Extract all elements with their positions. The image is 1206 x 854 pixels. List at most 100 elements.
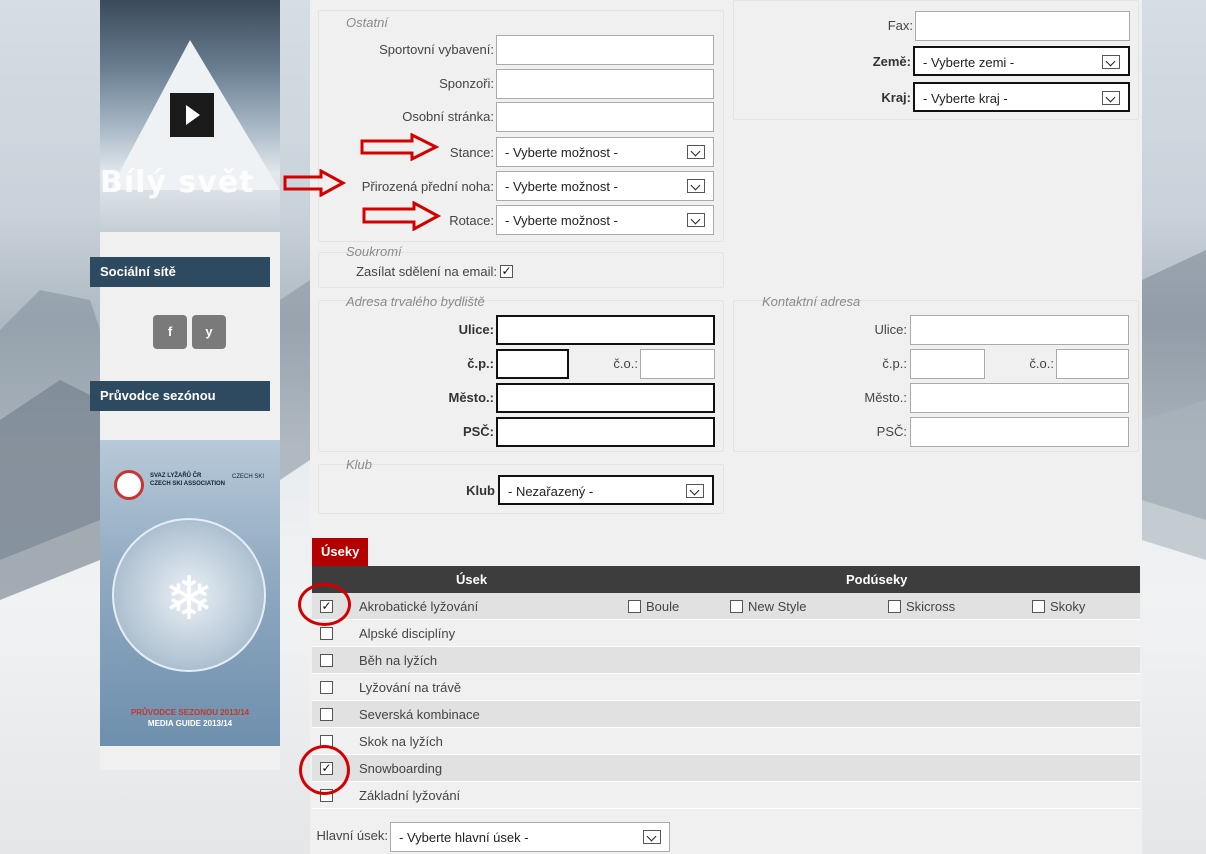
kontakt-ulice-label: Ulice:: [874, 322, 907, 337]
sidebar: Bílý svět Sociální sítě f y Průvodce sez…: [90, 0, 280, 770]
kontakt-co-input[interactable]: [1056, 349, 1129, 379]
sportovni-vybaveni-label: Sportovní vybavení:: [379, 42, 494, 57]
mesto-input[interactable]: [496, 383, 715, 413]
media-guide-banner[interactable]: SVAZ LYŽAŘŮ ČR CZECH SKI ASSOCIATION CZE…: [100, 440, 280, 746]
co-input[interactable]: [640, 349, 715, 379]
fax-input[interactable]: [915, 11, 1130, 41]
chevron-down-icon: [687, 213, 705, 227]
annotation-arrow-stance: [360, 133, 440, 161]
useky-table: Úsek Podúseky ✓ Akrobatické lyžování Boule…: [312, 566, 1140, 809]
usek-name: Alpské disciplíny: [359, 626, 456, 641]
osobni-stranka-input[interactable]: [496, 102, 714, 132]
twitter-icon[interactable]: y: [192, 315, 226, 349]
usek-name: Akrobatické lyžování: [359, 599, 479, 614]
sponzori-input[interactable]: [496, 69, 714, 99]
org-name: SVAZ LYŽAŘŮ ČR CZECH SKI ASSOCIATION: [150, 473, 226, 487]
adresa-trvala-legend: Adresa trvalého bydliště: [346, 294, 485, 309]
cp-label: č.p.:: [467, 356, 494, 371]
klub-select-value: - Nezařazený -: [508, 484, 594, 499]
psc-label: PSČ:: [462, 424, 494, 439]
kontakt-psc-label: PSČ:: [876, 424, 907, 439]
useky-rows: ✓ Akrobatické lyžování Boule New Style Skicr…: [312, 593, 1140, 809]
stance-select[interactable]: - Vyberte možnost -: [496, 137, 714, 167]
banner-title: Bílý svět: [100, 165, 255, 200]
bily-svet-video-banner[interactable]: Bílý svět: [100, 0, 280, 232]
table-row: Skok na lyžích: [312, 728, 1140, 755]
podusek-checkbox[interactable]: [730, 600, 743, 613]
annotation-circle-snowboarding: [299, 745, 350, 795]
play-icon[interactable]: [170, 93, 214, 137]
table-row: Alpské disciplíny: [312, 620, 1140, 647]
klub-legend: Klub: [346, 457, 373, 472]
usek-name: Severská kombinace: [359, 707, 480, 722]
kontakt-cp-label: č.p.:: [882, 356, 907, 371]
fax-label: Fax:: [887, 18, 913, 33]
ulice-label: Ulice:: [458, 322, 494, 337]
chevron-down-icon: [687, 145, 705, 159]
prirozena-predni-noha-select[interactable]: - Vyberte možnost -: [496, 171, 714, 201]
kontakt-cp-input[interactable]: [910, 349, 985, 379]
usek-name: Základní lyžování: [359, 788, 461, 803]
stance-select-value: - Vyberte možnost -: [505, 145, 618, 160]
usek-checkbox[interactable]: [320, 654, 333, 667]
email-consent-label: Zasílat sdělení na email:: [356, 264, 497, 279]
table-row: Severská kombinace: [312, 701, 1140, 728]
useky-table-header: Úsek Podúseky: [312, 566, 1140, 593]
tab-useky[interactable]: Úseky: [312, 538, 369, 566]
podusek-checkbox[interactable]: [888, 600, 901, 613]
hlavni-usek-select[interactable]: - Vyberte hlavní úsek -: [390, 822, 670, 852]
guide-heading: Průvodce sezónou: [90, 381, 270, 411]
annotation-arrow-prirozena: [283, 169, 347, 197]
col-podseky-header: Podúseky: [846, 572, 908, 587]
chevron-down-icon: [1102, 91, 1120, 105]
cp-input[interactable]: [496, 349, 569, 379]
zeme-select[interactable]: - Vyberte zemi -: [913, 46, 1130, 76]
osobni-stranka-label: Osobní stránka:: [402, 109, 494, 124]
czech-ski-logo: CZECH SKI: [232, 474, 265, 480]
klub-select[interactable]: - Nezařazený -: [498, 475, 714, 505]
podusek-label: Skicross: [906, 599, 956, 614]
annotation-circle-akrobaticke: [298, 583, 351, 626]
usek-name: Skok na lyžích: [359, 734, 443, 749]
usek-name: Snowboarding: [359, 761, 443, 776]
podusek-checkbox[interactable]: [1032, 600, 1045, 613]
kontakt-mesto-label: Město.:: [864, 390, 907, 405]
sportovni-vybaveni-input[interactable]: [496, 35, 714, 65]
podusek-label: Boule: [646, 599, 680, 614]
podusek-label: New Style: [748, 599, 807, 614]
hlavni-usek-select-value: - Vyberte hlavní úsek -: [399, 830, 529, 845]
usek-checkbox[interactable]: [320, 681, 333, 694]
kraj-select[interactable]: - Vyberte kraj -: [913, 82, 1130, 112]
kontakt-ulice-input[interactable]: [910, 315, 1129, 345]
kontakt-mesto-input[interactable]: [910, 383, 1129, 413]
ulice-input[interactable]: [496, 315, 715, 345]
table-row: ✓ Snowboarding: [312, 755, 1140, 782]
co-label: č.o.:: [613, 356, 638, 371]
table-row: Základní lyžování: [312, 782, 1140, 809]
usek-checkbox[interactable]: [320, 627, 333, 640]
main-content: Ostatní Sportovní vybavení: Sponzoři: Os…: [310, 0, 1142, 854]
kraj-select-value: - Vyberte kraj -: [923, 91, 1008, 106]
zeme-select-value: - Vyberte zemi -: [923, 55, 1015, 70]
podusek-checkbox[interactable]: [628, 600, 641, 613]
snowflake-disc: ❄: [112, 518, 266, 672]
mesto-label: Město.:: [448, 390, 495, 405]
ostatni-legend: Ostatní: [346, 15, 388, 30]
sponzori-label: Sponzoři:: [439, 76, 494, 91]
rotace-select-value: - Vyberte možnost -: [505, 213, 618, 228]
email-consent-checkbox[interactable]: ✓: [500, 265, 513, 278]
table-row: ✓ Akrobatické lyžování Boule New Style Skicr…: [312, 593, 1140, 620]
rotace-select[interactable]: - Vyberte možnost -: [496, 205, 714, 235]
kontakt-co-label: č.o.:: [1029, 356, 1054, 371]
facebook-icon[interactable]: f: [153, 315, 187, 349]
chevron-down-icon: [687, 179, 705, 193]
adresa-kontaktni-legend: Kontaktní adresa: [762, 294, 861, 309]
psc-input[interactable]: [496, 417, 715, 447]
kontakt-psc-input[interactable]: [910, 417, 1129, 447]
hlavni-usek-label: Hlavní úsek:: [316, 828, 388, 843]
kraj-label: Kraj:: [881, 90, 911, 105]
chevron-down-icon: [686, 484, 704, 498]
snowflake-icon: ❄: [163, 565, 215, 632]
table-row: Běh na lyžích: [312, 647, 1140, 674]
usek-checkbox[interactable]: [320, 708, 333, 721]
